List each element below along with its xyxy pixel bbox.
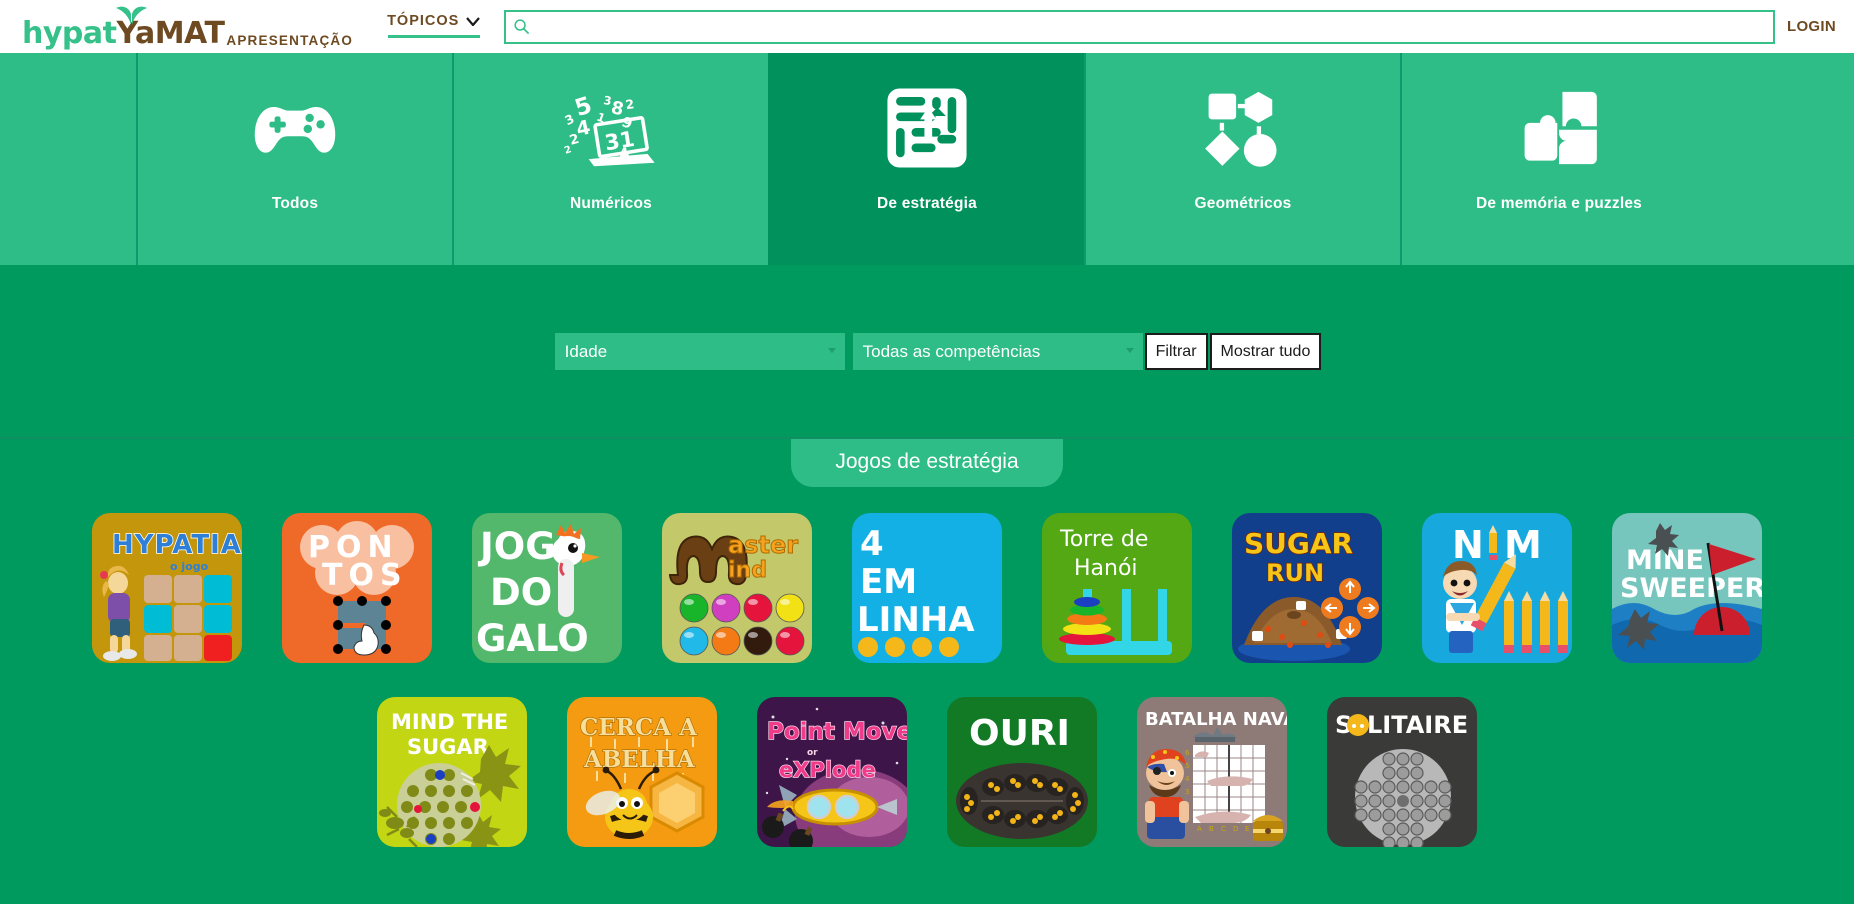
game-tile-nim[interactable]: N M [1422,513,1572,663]
game-tile-solitaire[interactable]: S LITAIRE [1327,697,1477,847]
nav-topics-label: TÓPICOS [387,13,460,29]
svg-text:GALO: GALO [476,617,589,660]
game-tile-mine-sweeper[interactable]: MINE SWEEPER [1612,513,1762,663]
games-row-2: MIND THE SUGAR CERCA A ABELHA Point Move… [0,697,1854,847]
svg-text:or: or [807,748,818,758]
game-tile-cerca-a-abelha[interactable]: CERCA A ABELHA [567,697,717,847]
category-label: De estratégia [877,195,977,212]
leaf-icon [116,6,148,25]
nav-topics-underline [387,35,480,38]
svg-text:eXPlode: eXPlode [779,758,876,782]
svg-text:A: A [1197,825,1202,833]
competence-select-wrapper[interactable]: Todas as competências [852,332,1143,370]
svg-text:ind: ind [728,558,767,583]
category-tile-todos[interactable]: Todos [136,53,452,265]
svg-text:EM: EM [860,562,917,602]
filter-bar: Idade Todas as competências Filtrar Most… [554,332,1322,370]
game-tile-mind-the-sugar[interactable]: MIND THE SUGAR [377,697,527,847]
game-tile-ouri[interactable]: OURI [947,697,1097,847]
filter-zone: Idade Todas as competências Filtrar Most… [0,265,1854,439]
svg-text:MIND THE: MIND THE [391,710,508,734]
games-content: Jogos de estratégia HYPATIA o jogo PON T… [0,439,1854,847]
filter-button[interactable]: Filtrar [1144,332,1208,370]
svg-text:2: 2 [624,96,635,112]
chevron-down-icon [466,16,481,26]
svg-text:o jogo: o jogo [170,560,209,573]
logo-yamat-text: YaMAT [116,6,225,49]
game-tile-master-mind[interactable]: aster ind [662,513,812,663]
svg-text:DO: DO [490,571,552,614]
category-label: De memória e puzzles [1476,195,1642,212]
svg-text:6: 6 [1185,749,1190,757]
game-tile-hypatia[interactable]: HYPATIA o jogo [92,513,242,663]
category-nav-left-spacer [0,53,136,265]
category-nav-right-spacer [1716,53,1854,265]
category-label: Numéricos [570,195,652,212]
maze-arrows-icon [884,85,970,171]
svg-text:N: N [1452,523,1484,567]
category-tile-de-memoria-e-puzzles[interactable]: De memória e puzzles [1400,53,1716,265]
game-tile-sugar-run[interactable]: SUGAR RUN [1232,513,1382,663]
svg-text:SUGAR: SUGAR [407,735,489,759]
svg-text:3: 3 [1185,788,1189,796]
svg-text:Torre de: Torre de [1059,527,1148,552]
age-select-wrapper[interactable]: Idade [554,332,845,370]
game-tile-jogo-do-galo[interactable]: JOGO DO GALO [472,513,622,663]
puzzle-pieces-icon [1516,85,1602,171]
svg-text:BATALHA NAVAL: BATALHA NAVAL [1145,709,1287,730]
game-tile-4-em-linha[interactable]: 4 EM LINHA [852,513,1002,663]
gamepad-icon [249,85,341,171]
game-tile-pontos[interactable]: PON TOS [282,513,432,663]
logo-hypat-text: hypat [22,15,117,51]
category-label: Todos [271,195,319,212]
svg-text:E: E [1245,825,1249,833]
svg-text:Point Move: Point Move [767,719,907,745]
filter-gap [845,333,853,370]
svg-text:LINHA: LINHA [857,600,975,640]
game-tile-point-move-explode[interactable]: Point Move or eXPlode [757,697,907,847]
svg-text:OURI: OURI [969,713,1070,754]
svg-text:TOS: TOS [322,558,408,593]
svg-text:D: D [1233,825,1238,833]
section-title: Jogos de estratégia [791,439,1063,487]
login-button[interactable]: LOGIN [1787,18,1836,35]
site-header: hypat YaMAT APRESENTAÇÃO TÓPICOS LOGIN [0,0,1854,53]
logo-subtitle: APRESENTAÇÃO [226,32,354,48]
svg-text:C: C [1221,825,1226,833]
category-nav: Todos 5 3 3 8 2 1 9 4 2 2 31 4 Numéricos… [0,53,1854,265]
site-logo[interactable]: hypat YaMAT APRESENTAÇÃO [22,5,353,49]
search-icon [514,19,530,35]
competence-select[interactable]: Todas as competências [852,332,1143,370]
games-row-1: HYPATIA o jogo PON TOS JOGO DO GALO aste… [0,513,1854,663]
shapes-network-icon [1200,85,1286,171]
svg-text:4: 4 [860,524,884,564]
svg-text:HYPATIA: HYPATIA [112,530,242,560]
search-box[interactable] [504,9,1775,44]
nav-topics[interactable]: TÓPICOS [387,13,481,38]
category-tile-de-estrategia[interactable]: De estratégia [768,53,1084,265]
svg-text:CERCA A: CERCA A [580,714,698,741]
svg-text:4: 4 [1185,775,1190,783]
search-input[interactable] [530,11,1773,42]
age-select[interactable]: Idade [554,332,845,370]
svg-text:LITAIRE: LITAIRE [1367,711,1468,739]
game-tile-torre-de-hanoi[interactable]: Torre de Hanói [1042,513,1192,663]
svg-text:RUN: RUN [1266,559,1324,587]
svg-text:SWEEPER: SWEEPER [1620,573,1762,604]
svg-text:B: B [1209,825,1214,833]
show-all-button[interactable]: Mostrar tudo [1209,332,1322,370]
svg-text:SUGAR: SUGAR [1244,527,1353,560]
category-tile-numericos[interactable]: 5 3 3 8 2 1 9 4 2 2 31 4 Numéricos [452,53,768,265]
svg-text:aster: aster [728,531,798,559]
svg-text:Hanói: Hanói [1074,556,1138,581]
category-tile-geometricos[interactable]: Geométricos [1084,53,1400,265]
laptop-numbers-icon: 5 3 3 8 2 1 9 4 2 2 31 4 [562,85,660,171]
section-title-wrapper: Jogos de estratégia [0,439,1854,487]
svg-text:ABELHA: ABELHA [583,746,696,773]
category-label: Geométricos [1194,195,1292,212]
game-tile-batalha-naval[interactable]: BATALHA NAVAL [1137,697,1287,847]
